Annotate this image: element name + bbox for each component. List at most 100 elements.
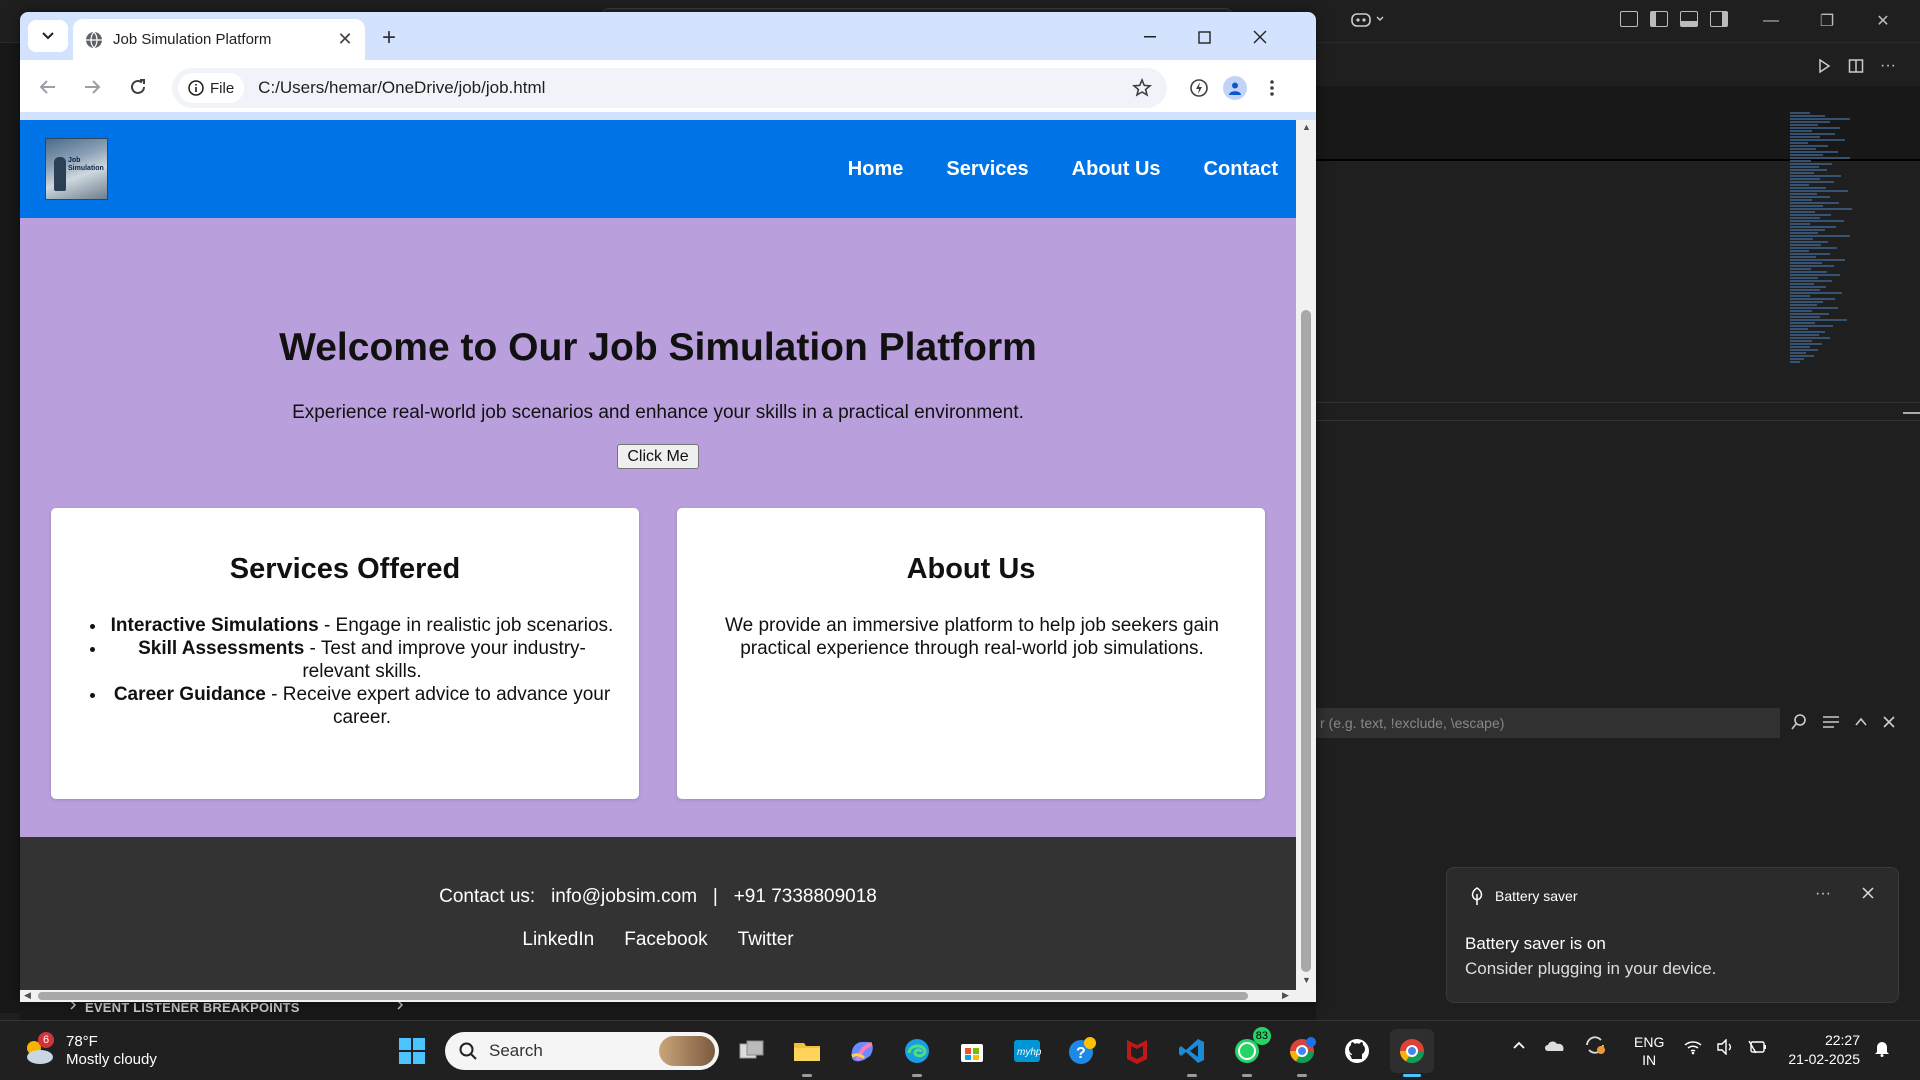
contact-line: Contact us: info@jobsim.com | +91 733880…: [20, 886, 1296, 908]
myhp-icon[interactable]: myhp: [1005, 1029, 1049, 1073]
chevron-down-icon: [42, 32, 54, 40]
search-icon[interactable]: [1790, 713, 1808, 731]
copilot-icon[interactable]: [840, 1029, 884, 1073]
close-icon[interactable]: [1861, 886, 1875, 900]
mcafee-icon[interactable]: [1115, 1029, 1159, 1073]
copilot-icon[interactable]: [1350, 10, 1385, 28]
system-clock[interactable]: 22:27 21-02-2025: [1782, 1031, 1860, 1069]
toggle-primary-sidebar-icon[interactable]: [1650, 11, 1668, 27]
notification-bell-icon[interactable]: [1874, 1039, 1890, 1057]
edge-icon[interactable]: [895, 1029, 939, 1077]
kebab-menu-icon[interactable]: [1257, 73, 1287, 103]
github-icon[interactable]: [1335, 1029, 1379, 1073]
site-footer: Contact us: info@jobsim.com | +91 733880…: [20, 837, 1296, 990]
tab-title: Job Simulation Platform: [113, 31, 272, 48]
breakpoints-section-label: EVENT LISTENER BREAKPOINTS: [85, 1000, 300, 1015]
facebook-link[interactable]: Facebook: [624, 929, 707, 951]
contact-label: Contact us:: [439, 886, 536, 907]
globe-icon: [85, 31, 103, 49]
service-name: Interactive Simulations: [110, 615, 319, 636]
list-item: Skill Assessments - Test and improve you…: [107, 637, 617, 683]
close-window-icon[interactable]: [1240, 24, 1280, 50]
tab-search-button[interactable]: [28, 20, 68, 52]
click-me-button[interactable]: Click Me: [617, 444, 699, 469]
volume-icon[interactable]: [1716, 1039, 1734, 1055]
wifi-icon[interactable]: [1684, 1039, 1702, 1055]
horizontal-scroll-thumb[interactable]: [38, 992, 1248, 1000]
whatsapp-icon[interactable]: 83: [1225, 1027, 1271, 1077]
tab-strip: Job Simulation Platform ✕ +: [20, 12, 1316, 60]
vscode-minimap[interactable]: [1790, 112, 1865, 457]
nav-home[interactable]: Home: [848, 158, 904, 181]
vscode-icon[interactable]: [1170, 1029, 1214, 1077]
service-desc: - Test and improve your industry-relevan…: [302, 638, 586, 682]
horizontal-scrollbar[interactable]: ◀ ▶: [20, 990, 1316, 1002]
bookmark-star-icon[interactable]: [1125, 71, 1159, 105]
nav-contact[interactable]: Contact: [1204, 158, 1278, 181]
contact-phone[interactable]: +91 7338809018: [734, 886, 877, 907]
svg-text:?: ?: [1076, 1045, 1086, 1062]
reload-icon[interactable]: [124, 73, 152, 101]
battery-saver-toast[interactable]: Battery saver ··· Battery saver is on Co…: [1446, 867, 1899, 1003]
site-logo[interactable]: Job Simulation: [45, 138, 108, 200]
active-tab[interactable]: Job Simulation Platform ✕: [73, 19, 365, 60]
toast-title: Battery saver is on: [1465, 934, 1606, 953]
vertical-scrollbar[interactable]: ▲ ▼: [1296, 120, 1316, 990]
weather-temp: 78°F: [66, 1033, 98, 1050]
taskbar: 6 78°F Mostly cloudy Search myhp ? 83 EN…: [0, 1020, 1920, 1080]
minimize-icon[interactable]: [1130, 24, 1170, 50]
sync-icon[interactable]: [1584, 1035, 1606, 1055]
run-icon[interactable]: [1816, 58, 1832, 74]
vscode-restore-icon[interactable]: ❐: [1814, 8, 1840, 34]
vscode-close-icon[interactable]: ✕: [1870, 8, 1896, 34]
toggle-secondary-sidebar-icon[interactable]: [1710, 11, 1728, 27]
vertical-scroll-thumb[interactable]: [1301, 310, 1311, 972]
contact-email[interactable]: info@jobsim.com: [551, 886, 697, 907]
nav-about-us[interactable]: About Us: [1072, 158, 1161, 181]
twitter-link[interactable]: Twitter: [738, 929, 794, 951]
clock-date: 21-02-2025: [1788, 1051, 1860, 1067]
contact-separator: |: [712, 886, 718, 907]
taskbar-search[interactable]: Search: [445, 1032, 719, 1070]
performance-icon[interactable]: [1184, 73, 1214, 103]
debug-console-filter[interactable]: r (e.g. text, !exclude, \escape): [1316, 708, 1780, 738]
close-panel-icon[interactable]: [1882, 715, 1896, 729]
microsoft-store-icon[interactable]: [950, 1029, 994, 1073]
get-help-icon[interactable]: ?: [1060, 1029, 1104, 1073]
info-icon: [188, 80, 204, 96]
close-tab-icon[interactable]: ✕: [333, 28, 357, 52]
svg-text:myhp: myhp: [1017, 1047, 1041, 1058]
back-icon[interactable]: [34, 73, 62, 101]
service-desc: - Engage in realistic job scenarios.: [318, 615, 614, 636]
customize-layout-icon[interactable]: [1620, 11, 1638, 27]
weather-widget[interactable]: 6 78°F Mostly cloudy: [22, 1032, 157, 1069]
task-view-icon[interactable]: [730, 1029, 774, 1073]
toggle-panel-icon[interactable]: [1680, 11, 1698, 27]
forward-icon[interactable]: [78, 73, 106, 101]
chrome-icon[interactable]: [1390, 1029, 1434, 1077]
more-options-icon[interactable]: ···: [1815, 885, 1831, 903]
language-indicator[interactable]: ENG IN: [1634, 1033, 1664, 1069]
new-tab-button[interactable]: +: [375, 24, 403, 52]
chevron-up-icon[interactable]: [1512, 1040, 1526, 1050]
site-info-chip[interactable]: File: [178, 73, 245, 103]
chrome-profile-icon[interactable]: [1280, 1029, 1324, 1077]
toast-body: Consider plugging in your device.: [1465, 959, 1717, 978]
chevron-up-icon[interactable]: [1854, 715, 1868, 729]
battery-icon[interactable]: [1748, 1039, 1768, 1055]
services-title: Services Offered: [229, 553, 461, 585]
windows-start-icon[interactable]: [390, 1029, 434, 1073]
profile-avatar[interactable]: [1220, 73, 1250, 103]
clear-console-icon[interactable]: [1822, 715, 1840, 729]
onedrive-icon[interactable]: [1544, 1038, 1566, 1052]
more-actions-icon[interactable]: ···: [1880, 58, 1896, 74]
about-card: About Us We provide an immersive platfor…: [677, 508, 1265, 799]
vscode-minimize-icon[interactable]: —: [1758, 8, 1784, 34]
split-editor-icon[interactable]: [1848, 58, 1864, 74]
url-text[interactable]: C:/Users/hemar/OneDrive/job/job.html: [258, 78, 1125, 98]
linkedin-link[interactable]: LinkedIn: [522, 929, 594, 951]
nav-services[interactable]: Services: [946, 158, 1028, 181]
maximize-icon[interactable]: [1184, 24, 1224, 50]
file-explorer-icon[interactable]: [785, 1029, 829, 1077]
address-bar[interactable]: File C:/Users/hemar/OneDrive/job/job.htm…: [172, 68, 1167, 108]
